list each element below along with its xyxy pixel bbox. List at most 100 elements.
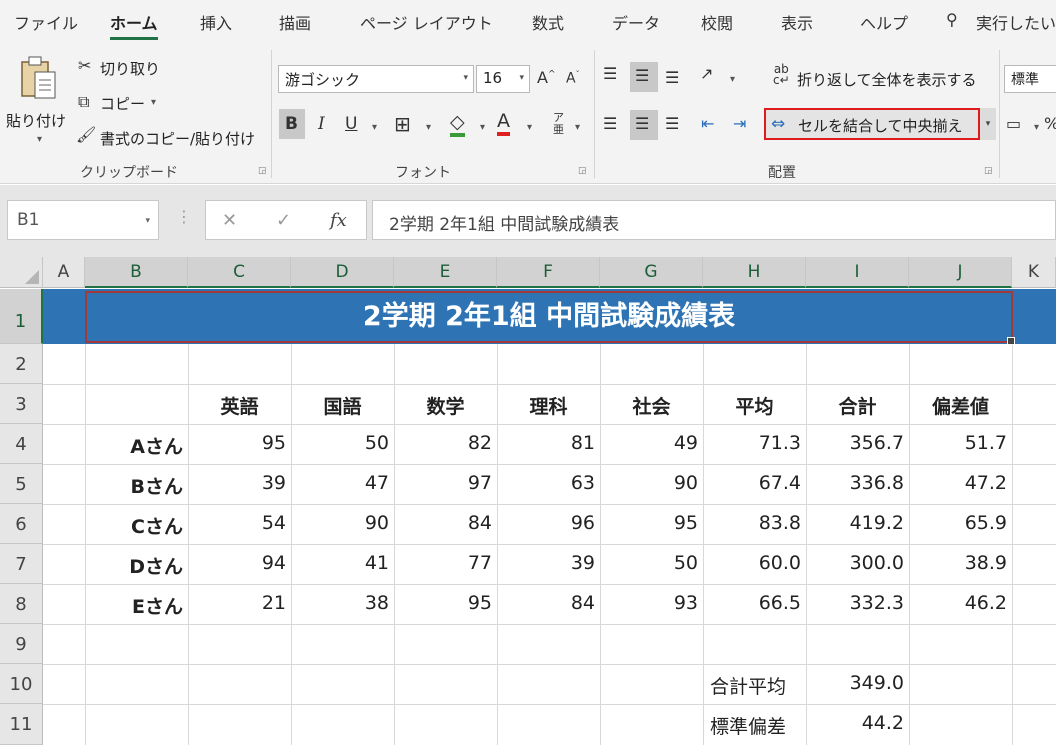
- tell-me-search[interactable]: 実行したい: [976, 10, 1056, 34]
- deviation-cell[interactable]: 47.2: [909, 472, 1012, 494]
- drag-handle-icon[interactable]: ⋮: [176, 207, 192, 226]
- increase-font-size-icon[interactable]: A^: [537, 68, 556, 87]
- fill-color-icon[interactable]: ◇: [450, 111, 465, 137]
- currency-dropdown-icon[interactable]: ▾: [1034, 122, 1039, 133]
- summary-label-cell[interactable]: 標準偏差: [710, 712, 806, 739]
- scissors-icon[interactable]: ✂: [78, 56, 91, 75]
- percent-icon[interactable]: %: [1044, 114, 1056, 133]
- column-header-g[interactable]: G: [600, 257, 703, 288]
- score-cell[interactable]: 95: [188, 432, 291, 454]
- tab-insert[interactable]: 挿入: [200, 10, 232, 34]
- number-format-select[interactable]: 標準: [1004, 65, 1056, 93]
- deviation-cell[interactable]: 51.7: [909, 432, 1012, 454]
- format-painter-button[interactable]: 書式のコピー/貼り付け: [100, 128, 255, 149]
- score-cell[interactable]: 21: [188, 592, 291, 614]
- average-cell[interactable]: 67.4: [703, 472, 806, 494]
- cancel-icon[interactable]: ✕: [222, 210, 237, 231]
- font-launcher-icon[interactable]: ◲: [578, 166, 587, 176]
- student-name-cell[interactable]: Aさん: [85, 432, 188, 459]
- select-all-button[interactable]: [0, 257, 43, 288]
- row-header-7[interactable]: 7: [0, 544, 43, 584]
- tab-review[interactable]: 校閲: [701, 10, 733, 34]
- wrap-text-button[interactable]: 折り返して全体を表示する: [797, 69, 977, 90]
- row-header-5[interactable]: 5: [0, 464, 43, 504]
- alignment-launcher-icon[interactable]: ◲: [984, 166, 993, 176]
- column-header-k[interactable]: K: [1012, 257, 1056, 288]
- tab-formulas[interactable]: 数式: [532, 10, 564, 34]
- paste-button[interactable]: 貼り付け ▾: [6, 50, 70, 150]
- student-name-cell[interactable]: Dさん: [85, 552, 188, 579]
- top-align-icon[interactable]: ☰: [603, 64, 617, 83]
- deviation-cell[interactable]: 65.9: [909, 512, 1012, 534]
- row-header-11[interactable]: 11: [0, 704, 43, 745]
- score-cell[interactable]: 50: [291, 432, 394, 454]
- summary-value-cell[interactable]: 44.2: [806, 712, 909, 734]
- score-cell[interactable]: 49: [600, 432, 703, 454]
- paste-dropdown-icon[interactable]: ▾: [37, 134, 42, 145]
- align-center-icon[interactable]: ☰: [635, 114, 649, 133]
- tab-data[interactable]: データ: [612, 10, 660, 34]
- tab-draw[interactable]: 描画: [279, 10, 311, 34]
- underline-button[interactable]: U: [345, 114, 357, 134]
- column-header-d[interactable]: D: [291, 257, 394, 288]
- bold-button[interactable]: B: [285, 114, 298, 134]
- score-cell[interactable]: 81: [497, 432, 600, 454]
- row-header-3[interactable]: 3: [0, 384, 43, 424]
- currency-format-icon[interactable]: ▭: [1006, 114, 1021, 133]
- score-cell[interactable]: 39: [188, 472, 291, 494]
- total-cell[interactable]: 419.2: [806, 512, 909, 534]
- copy-dropdown-icon[interactable]: ▾: [151, 97, 156, 108]
- student-name-cell[interactable]: Cさん: [85, 512, 188, 539]
- header-cell-deviation[interactable]: 偏差値: [909, 392, 1012, 419]
- score-cell[interactable]: 54: [188, 512, 291, 534]
- align-left-icon[interactable]: ☰: [603, 114, 617, 133]
- score-cell[interactable]: 90: [291, 512, 394, 534]
- row-header-6[interactable]: 6: [0, 504, 43, 544]
- decrease-font-size-icon[interactable]: Aˇ: [566, 70, 580, 87]
- score-cell[interactable]: 41: [291, 552, 394, 574]
- student-name-cell[interactable]: Bさん: [85, 472, 188, 499]
- deviation-cell[interactable]: 38.9: [909, 552, 1012, 574]
- name-box[interactable]: B1 ▾: [7, 200, 159, 240]
- header-cell-science[interactable]: 理科: [497, 392, 600, 419]
- header-cell-total[interactable]: 合計: [806, 392, 909, 419]
- total-cell[interactable]: 300.0: [806, 552, 909, 574]
- score-cell[interactable]: 77: [394, 552, 497, 574]
- score-cell[interactable]: 94: [188, 552, 291, 574]
- score-cell[interactable]: 39: [497, 552, 600, 574]
- score-cell[interactable]: 95: [600, 512, 703, 534]
- font-name-select[interactable]: 游ゴシック ▾: [278, 65, 474, 93]
- score-cell[interactable]: 93: [600, 592, 703, 614]
- align-right-icon[interactable]: ☰: [665, 114, 679, 133]
- column-header-j[interactable]: J: [909, 257, 1012, 288]
- borders-icon[interactable]: ⊞: [394, 112, 411, 136]
- row-header-10[interactable]: 10: [0, 664, 43, 704]
- column-header-i[interactable]: I: [806, 257, 909, 288]
- tab-page-layout[interactable]: ページ レイアウト: [360, 10, 493, 34]
- summary-label-cell[interactable]: 合計平均: [710, 672, 806, 699]
- copy-icon[interactable]: ⧉: [78, 92, 89, 112]
- row-header-1[interactable]: 1: [0, 289, 43, 344]
- row-header-2[interactable]: 2: [0, 344, 43, 384]
- search-icon[interactable]: ⚲: [946, 10, 958, 29]
- row-header-9[interactable]: 9: [0, 624, 43, 664]
- phonetic-guide-icon[interactable]: ア亜: [553, 112, 564, 136]
- orientation-icon[interactable]: ↗: [700, 64, 713, 83]
- orientation-dropdown-icon[interactable]: ▾: [730, 74, 735, 85]
- insert-function-icon[interactable]: fx: [330, 210, 347, 231]
- summary-value-cell[interactable]: 349.0: [806, 672, 909, 694]
- score-cell[interactable]: 90: [600, 472, 703, 494]
- title-merged-cell[interactable]: 2学期 2年1組 中間試験成績表: [85, 291, 1015, 345]
- copy-button[interactable]: コピー: [100, 93, 145, 114]
- score-cell[interactable]: 96: [497, 512, 600, 534]
- increase-indent-icon[interactable]: ⇥: [733, 114, 746, 133]
- column-header-e[interactable]: E: [394, 257, 497, 288]
- font-color-dropdown-icon[interactable]: ▾: [527, 122, 532, 133]
- font-size-select[interactable]: 16 ▾: [476, 65, 530, 93]
- header-cell-social[interactable]: 社会: [600, 392, 703, 419]
- score-cell[interactable]: 84: [497, 592, 600, 614]
- deviation-cell[interactable]: 46.2: [909, 592, 1012, 614]
- total-cell[interactable]: 332.3: [806, 592, 909, 614]
- score-cell[interactable]: 84: [394, 512, 497, 534]
- tab-view[interactable]: 表示: [781, 10, 813, 34]
